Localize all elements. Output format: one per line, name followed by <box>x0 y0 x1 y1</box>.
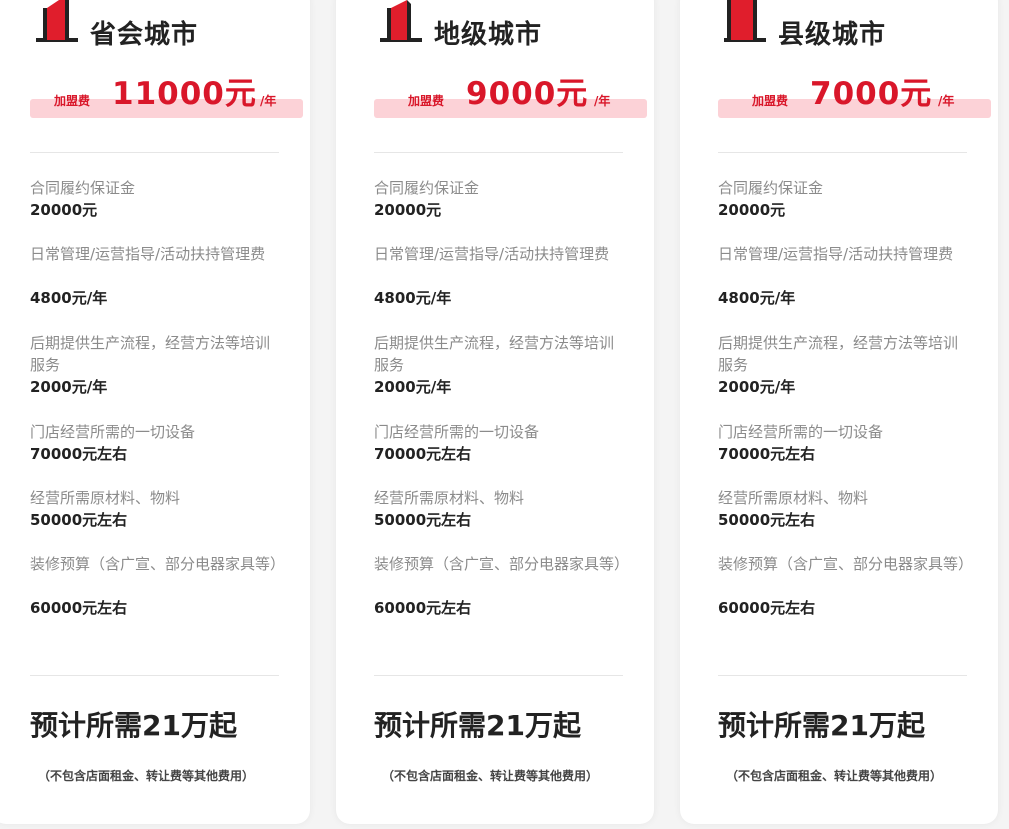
item-value: 2000元/年 <box>374 378 452 396</box>
item-value: 70000元左右 <box>718 445 816 463</box>
plan-header: 地级城市 <box>377 0 637 50</box>
item-label: 日常管理/运营指导/活动扶持管理费 <box>30 245 266 263</box>
item-label: 后期提供生产流程，经营方法等培训服务 <box>718 334 959 374</box>
divider <box>30 675 279 676</box>
item-label: 经营所需原材料、物料 <box>718 489 869 507</box>
total-estimate: 预计所需21万起 <box>30 709 237 742</box>
total-note: （不包含店面租金、转让费等其他费用） <box>382 769 599 783</box>
fee-label: 加盟费 <box>54 94 91 108</box>
item-label: 合同履约保证金 <box>718 179 824 197</box>
plan-tier-title: 地级城市 <box>434 20 543 50</box>
item-label: 后期提供生产流程，经营方法等培训服务 <box>30 334 271 374</box>
item-label: 装修预算（含广宣、部分电器家具等） <box>718 555 974 573</box>
plan-header: 省会城市 <box>33 0 293 50</box>
item-value: 60000元左右 <box>718 599 816 617</box>
fee-label: 加盟费 <box>408 94 445 108</box>
item-value: 4800元/年 <box>718 289 796 307</box>
item-value: 70000元左右 <box>374 445 472 463</box>
plan-card-provincial: 省会城市 加盟费 11000元 /年 合同履约保证金 20000元 日常管理/运… <box>0 0 310 824</box>
tall-building-icon <box>36 0 78 42</box>
plan-header: 县级城市 <box>721 0 981 50</box>
item-value: 50000元左右 <box>718 511 816 529</box>
item-value: 20000元 <box>374 201 442 219</box>
total-estimate: 预计所需21万起 <box>718 709 925 742</box>
item-label: 门店经营所需的一切设备 <box>374 423 540 441</box>
small-building-icon <box>724 0 766 42</box>
item-value: 60000元左右 <box>30 599 128 617</box>
total-note: （不包含店面租金、转让费等其他费用） <box>726 769 943 783</box>
item-value: 50000元左右 <box>30 511 128 529</box>
item-value: 20000元 <box>30 201 98 219</box>
divider <box>374 152 623 153</box>
plan-tier-title: 省会城市 <box>90 20 199 50</box>
item-label: 门店经营所需的一切设备 <box>718 423 884 441</box>
item-label: 装修预算（含广宣、部分电器家具等） <box>374 555 630 573</box>
divider <box>718 675 967 676</box>
item-value: 70000元左右 <box>30 445 128 463</box>
item-value: 60000元左右 <box>374 599 472 617</box>
item-value: 4800元/年 <box>30 289 108 307</box>
item-label: 经营所需原材料、物料 <box>30 489 181 507</box>
item-label: 后期提供生产流程，经营方法等培训服务 <box>374 334 615 374</box>
plan-tier-title: 县级城市 <box>778 20 887 50</box>
plan-card-prefecture: 地级城市 加盟费 9000元 /年 合同履约保证金 20000元 日常管理/运营… <box>336 0 654 824</box>
fee-price: 11000元 <box>112 76 257 112</box>
divider <box>718 152 967 153</box>
item-value: 4800元/年 <box>374 289 452 307</box>
item-value: 50000元左右 <box>374 511 472 529</box>
item-value: 20000元 <box>718 201 786 219</box>
item-label: 日常管理/运营指导/活动扶持管理费 <box>374 245 610 263</box>
divider <box>30 152 279 153</box>
fee-price: 9000元 <box>466 76 589 112</box>
fee-unit: /年 <box>594 94 611 108</box>
item-label: 经营所需原材料、物料 <box>374 489 525 507</box>
total-estimate: 预计所需21万起 <box>374 709 581 742</box>
item-label: 合同履约保证金 <box>374 179 480 197</box>
fee-unit: /年 <box>938 94 955 108</box>
item-label: 装修预算（含广宣、部分电器家具等） <box>30 555 286 573</box>
divider <box>374 675 623 676</box>
item-value: 2000元/年 <box>30 378 108 396</box>
item-label: 日常管理/运营指导/活动扶持管理费 <box>718 245 954 263</box>
total-note: （不包含店面租金、转让费等其他费用） <box>38 769 255 783</box>
medium-building-icon <box>380 0 422 42</box>
item-label: 门店经营所需的一切设备 <box>30 423 196 441</box>
item-label: 合同履约保证金 <box>30 179 136 197</box>
fee-label: 加盟费 <box>752 94 789 108</box>
fee-price: 7000元 <box>810 76 933 112</box>
item-value: 2000元/年 <box>718 378 796 396</box>
plan-card-county: 县级城市 加盟费 7000元 /年 合同履约保证金 20000元 日常管理/运营… <box>680 0 998 824</box>
fee-unit: /年 <box>260 94 277 108</box>
